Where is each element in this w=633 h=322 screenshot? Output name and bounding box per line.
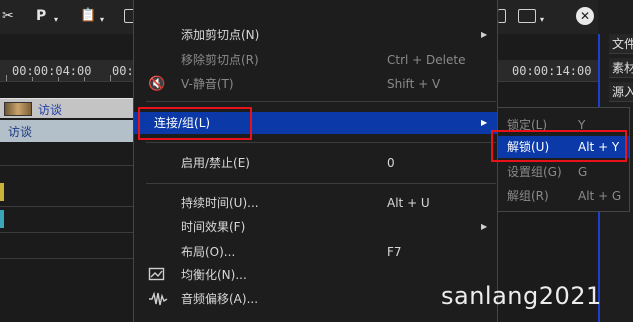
ruler-tick (84, 77, 85, 81)
square-icon[interactable] (498, 9, 506, 23)
shortcut-label: Ctrl + Delete (387, 53, 466, 67)
normalize-icon (148, 267, 166, 283)
shortcut-label: Alt + U (387, 196, 430, 210)
shortcut-label: Alt + G (578, 189, 622, 203)
chevron-down-icon[interactable]: ▾ (540, 10, 544, 30)
menu-item-add-cut-point[interactable]: 添加剪切点(N) ▶ (134, 24, 497, 46)
cut-icon[interactable]: ✂ (2, 6, 14, 26)
menu-item-layout[interactable]: 布局(O)... F7 (134, 241, 497, 263)
ruler-tick (110, 75, 111, 81)
submenu-item-ungroup[interactable]: 解组(R) Alt + G (498, 185, 629, 207)
video-clip[interactable]: 访谈 (0, 98, 133, 118)
panel-tab-file[interactable]: 文件 (609, 34, 633, 54)
ruler-tick (32, 77, 33, 81)
ruler-tick (58, 77, 59, 81)
panel-tab-source[interactable]: 源入 (609, 82, 633, 102)
menu-separator (146, 183, 496, 184)
track-marker (0, 210, 4, 228)
close-icon[interactable]: ✕ (576, 7, 594, 25)
submenu-item-set-group[interactable]: 设置组(G) G (498, 161, 629, 183)
menu-item-time-effect[interactable]: 时间效果(F) ▶ (134, 216, 497, 238)
menu-item-duration[interactable]: 持续时间(U)... Alt + U (134, 192, 497, 214)
track-marker (0, 183, 4, 201)
callout-box (138, 107, 252, 140)
ruler-tick (6, 75, 7, 81)
chevron-down-icon[interactable]: ▾ (100, 10, 104, 30)
shortcut-label: G (578, 165, 588, 179)
menu-item-enable-disable[interactable]: 启用/禁止(E) 0 (134, 152, 497, 174)
context-menu: 添加剪切点(N) ▶ 移除剪切点(R) Ctrl + Delete 🔇 V-静音… (133, 0, 498, 322)
p-button[interactable]: P (36, 6, 46, 26)
panel-tab-clip[interactable]: 素材 (609, 58, 633, 78)
menu-separator (146, 101, 496, 102)
clip-label: 访谈 (38, 103, 63, 117)
shortcut-label: F7 (387, 245, 402, 259)
submenu-arrow-icon: ▶ (481, 222, 488, 231)
shortcut-label: Shift + V (387, 77, 441, 91)
submenu-arrow-icon: ▶ (481, 30, 488, 39)
track-divider (0, 258, 133, 259)
clipboard-icon[interactable]: 📋 (80, 6, 96, 26)
mute-icon: 🔇 (148, 76, 166, 92)
track-divider (0, 165, 133, 166)
track-divider (0, 206, 133, 207)
settings-icon[interactable] (518, 9, 536, 23)
track-divider (0, 232, 133, 233)
clip-thumbnail (4, 102, 32, 116)
audio-clip[interactable]: 访谈 (0, 120, 133, 142)
submenu-arrow-icon: ▶ (481, 118, 488, 127)
menu-separator (146, 142, 496, 143)
waveform-icon (148, 291, 168, 307)
clip-label: 访谈 (8, 125, 33, 139)
ruler-time-right: 00:00:14:00 (512, 64, 592, 78)
shortcut-label: 0 (387, 156, 395, 170)
menu-item-v-mute[interactable]: 🔇 V-静音(T) Shift + V (134, 73, 497, 95)
menu-item-remove-cut-point[interactable]: 移除剪切点(R) Ctrl + Delete (134, 49, 497, 71)
ruler-time-left: 00:00:04:00 (12, 64, 92, 78)
watermark: sanlang2021 (441, 282, 602, 310)
chevron-down-icon[interactable]: ▾ (54, 10, 58, 30)
callout-box (491, 130, 627, 162)
